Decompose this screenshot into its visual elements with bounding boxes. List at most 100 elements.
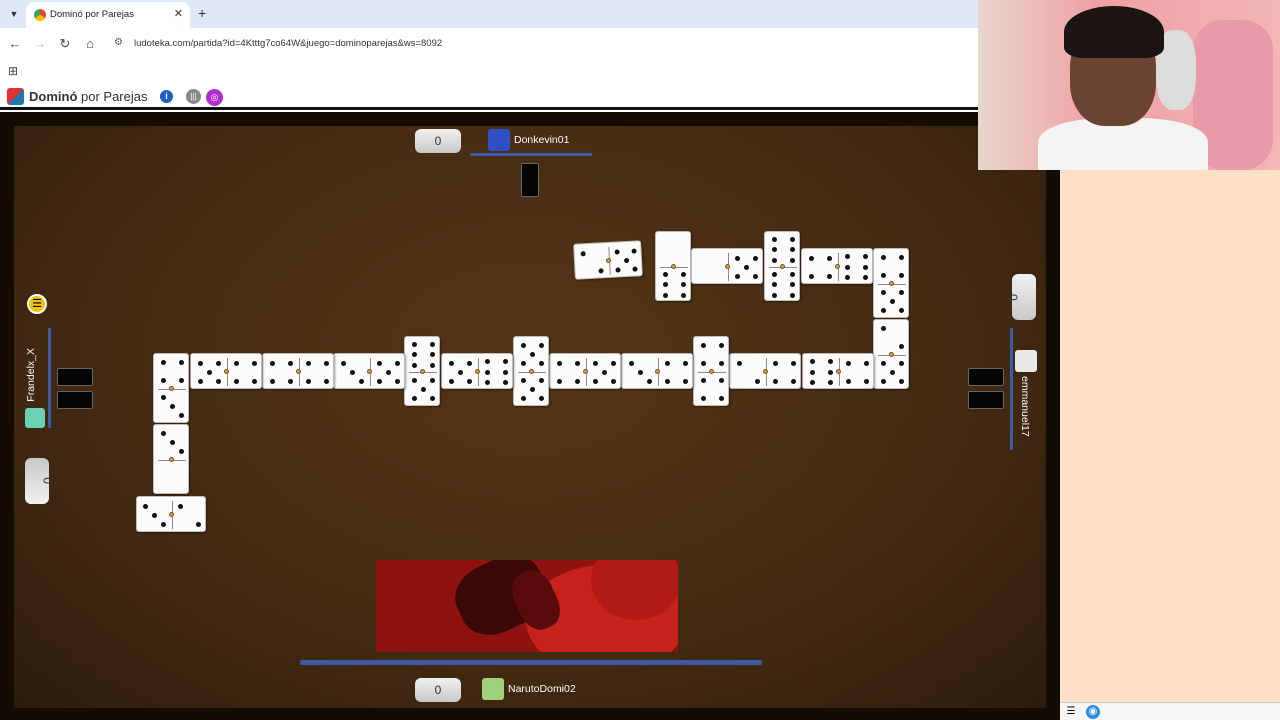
- domino-pip: [538, 343, 544, 349]
- domino-spinner: [474, 368, 480, 374]
- domino-pip: [790, 360, 796, 366]
- avatar-top[interactable]: [488, 129, 510, 151]
- domino-pip: [160, 395, 166, 401]
- domino-pip: [789, 282, 795, 287]
- domino-pip: [789, 292, 795, 298]
- close-icon[interactable]: ✕: [174, 7, 183, 20]
- domino-pip: [682, 378, 688, 384]
- ludoteka-logo[interactable]: [7, 88, 24, 105]
- domino-pip: [880, 378, 886, 384]
- domino-pip: [736, 360, 742, 366]
- opponent-tile-right-2: [968, 391, 1004, 409]
- page-title-bold: Dominó: [29, 89, 78, 104]
- page-title: Dominó por Parejas: [29, 89, 147, 104]
- domino-pip: [269, 360, 275, 366]
- domino-pip: [169, 404, 175, 409]
- webcam-hair: [1064, 6, 1164, 58]
- domino-pip: [752, 255, 758, 261]
- domino-pip: [538, 360, 544, 366]
- player-line-right: [1010, 328, 1013, 450]
- domino-pip: [771, 271, 777, 277]
- domino-pip: [845, 360, 851, 366]
- apps-grid-icon[interactable]: ⊞: [8, 64, 18, 78]
- domino-pip: [233, 378, 239, 384]
- domino-pip: [631, 247, 637, 254]
- player-name-right[interactable]: emmanuel17: [1019, 376, 1031, 437]
- domino-spinner: [834, 263, 840, 269]
- avatar-left[interactable]: [25, 408, 45, 428]
- domino-pip: [538, 378, 544, 384]
- browser-icon[interactable]: ◉: [1086, 705, 1100, 719]
- domino-pip: [466, 360, 472, 366]
- domino-pip: [700, 378, 706, 384]
- domino-pip: [411, 352, 417, 357]
- domino-pip: [143, 503, 149, 509]
- domino-pip: [448, 378, 454, 384]
- address-bar-row: ← → ↻ ⌂ ⚙ ludoteka.com/partida?id=4Ktttg…: [0, 28, 980, 60]
- domino-pip: [520, 378, 526, 384]
- domino-spinner: [419, 368, 425, 374]
- site-settings-icon[interactable]: ⚙: [114, 37, 123, 48]
- tab-search-icon[interactable]: ▼: [6, 6, 22, 22]
- domino-pip: [809, 369, 815, 375]
- domino-tile: [729, 353, 801, 389]
- domino-pip: [827, 358, 833, 364]
- domino-spinner: [654, 368, 660, 374]
- stats-icon[interactable]: |||: [186, 89, 201, 104]
- domino-pip: [808, 273, 814, 279]
- domino-tile: [802, 353, 874, 389]
- domino-tile: [136, 496, 206, 532]
- new-tab-icon[interactable]: +: [198, 5, 206, 21]
- domino-pip: [680, 292, 686, 298]
- domino-pip: [178, 448, 184, 454]
- domino-tile: [549, 353, 621, 389]
- menu-icon[interactable]: ☰: [1064, 705, 1078, 719]
- domino-spinner: [223, 368, 229, 374]
- domino-spinner: [708, 368, 714, 374]
- turn-indicator-icon: ☰: [27, 294, 47, 314]
- domino-pip: [484, 358, 490, 364]
- domino-pip: [358, 378, 364, 384]
- domino-pip: [429, 378, 435, 384]
- url-field[interactable]: ludoteka.com/partida?id=4Ktttg7co64W&jue…: [134, 38, 442, 49]
- player-name-bottom[interactable]: NarutoDomi02: [508, 683, 576, 695]
- domino-pip: [610, 378, 616, 384]
- domino-pip: [592, 378, 598, 384]
- domino-pip: [743, 264, 749, 270]
- domino-spinner: [888, 280, 894, 286]
- domino-pip: [771, 257, 777, 263]
- domino-pip: [772, 378, 778, 384]
- chat-icon[interactable]: ◎: [206, 89, 223, 106]
- domino-tile: [404, 336, 440, 406]
- domino-spinner: [295, 368, 301, 374]
- avatar-bottom[interactable]: [482, 678, 504, 700]
- domino-pip: [700, 360, 706, 366]
- domino-tile: [333, 353, 405, 389]
- player-hand-area[interactable]: [376, 560, 678, 652]
- domino-pip: [889, 299, 895, 304]
- browser-tab[interactable]: Dominó por Parejas ✕: [26, 2, 190, 28]
- score-right: 0: [1006, 274, 1036, 320]
- domino-pip: [429, 362, 435, 368]
- domino-pip: [376, 360, 382, 366]
- domino-pip: [323, 360, 329, 366]
- player-name-left[interactable]: Frandelx_X: [25, 348, 37, 402]
- domino-pip: [206, 369, 212, 375]
- info-icon[interactable]: i: [160, 90, 173, 103]
- domino-pip: [880, 272, 886, 278]
- domino-pip: [880, 361, 886, 367]
- home-icon[interactable]: ⌂: [82, 36, 98, 51]
- domino-pip: [394, 378, 400, 384]
- avatar-right[interactable]: [1015, 350, 1037, 372]
- domino-pip: [827, 380, 833, 386]
- domino-pip: [680, 271, 686, 277]
- reload-icon[interactable]: ↻: [57, 36, 73, 52]
- player-name-top[interactable]: Donkevin01: [514, 134, 569, 146]
- score-top: 0: [415, 129, 461, 153]
- forward-icon[interactable]: →: [32, 36, 48, 51]
- back-icon[interactable]: ←: [7, 36, 23, 51]
- domino-spinner: [168, 511, 174, 517]
- domino-pip: [809, 358, 815, 364]
- score-bottom: 0: [415, 678, 461, 702]
- domino-pip: [700, 343, 706, 349]
